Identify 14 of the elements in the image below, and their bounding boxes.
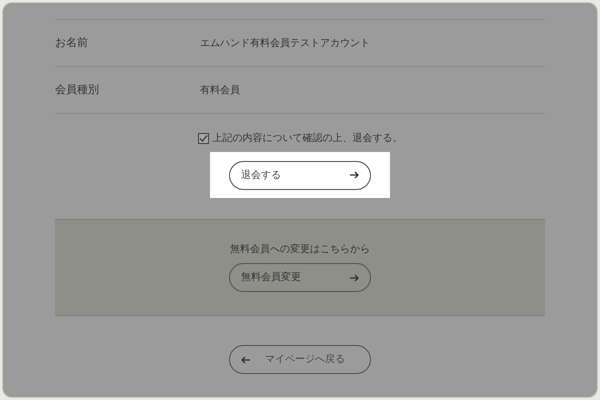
field-value: 有料会員	[200, 84, 240, 98]
checkmark-icon	[198, 134, 208, 143]
upgrade-message: 無料会員への変更はこちらから	[230, 242, 370, 257]
withdraw-button[interactable]: 退会する	[229, 160, 371, 190]
right-arrow-icon	[349, 171, 359, 179]
right-arrow-icon	[349, 274, 359, 282]
field-value: エムハンド有料会員テストアカウント	[200, 36, 370, 50]
field-label: お名前	[55, 36, 89, 51]
field-label: 会員種別	[55, 82, 100, 98]
checkbox[interactable]	[198, 133, 208, 144]
checkbox-label: 上記の内容について確認の上、退会する。	[212, 132, 402, 146]
back-to-mypage-button[interactable]: マイページへ戻る	[229, 345, 371, 374]
free-plan-button[interactable]: 無料会員変更	[229, 263, 371, 292]
left-arrow-icon	[241, 356, 251, 364]
